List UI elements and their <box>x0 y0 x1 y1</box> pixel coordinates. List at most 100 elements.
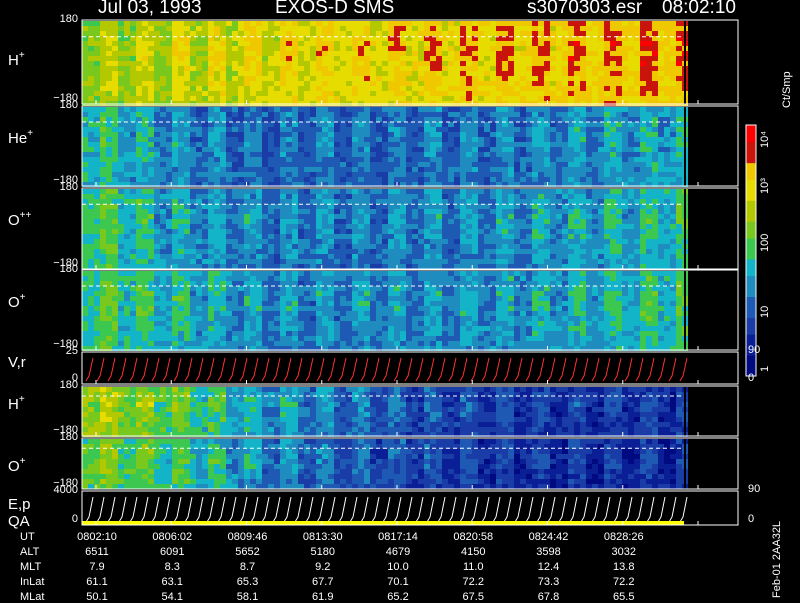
spectrogram-cell <box>454 61 460 66</box>
spectrogram-cell <box>622 137 628 142</box>
spectrogram-cell <box>670 56 676 61</box>
spectrogram-cell <box>154 172 160 177</box>
spectrogram-cell <box>424 122 430 127</box>
spectrogram-cell <box>280 152 286 157</box>
spectrogram-cell <box>652 142 658 147</box>
spectrogram-cell <box>220 127 226 132</box>
spectrogram-cell <box>568 199 574 204</box>
spectrogram-cell <box>430 234 436 239</box>
spectrogram-cell <box>646 41 652 46</box>
spectrogram-cell <box>238 81 244 86</box>
spectrogram-cell <box>130 81 136 86</box>
spectrogram-cell <box>520 132 526 137</box>
spectrogram-cell <box>184 91 190 96</box>
spectrogram-cell <box>184 137 190 142</box>
spectrogram-cell <box>148 214 154 219</box>
spectrogram-cell <box>220 264 226 269</box>
spectrogram-cell <box>652 51 658 56</box>
spectrogram-cell <box>118 194 124 199</box>
spectrogram-cell <box>436 259 442 264</box>
spectrogram-cell <box>124 157 130 162</box>
spectrogram-cell <box>160 61 166 66</box>
spectrogram-cell <box>484 21 490 26</box>
spectrogram-cell <box>610 41 616 46</box>
spectrogram-cell <box>124 209 130 214</box>
spectrogram-cell <box>652 96 658 101</box>
spectrogram-cell <box>274 56 280 61</box>
spectrogram-cell <box>166 41 172 46</box>
spectrogram-cell <box>514 224 520 229</box>
spectrogram-cell <box>670 81 676 86</box>
spectrogram-cell <box>304 219 310 224</box>
spectrogram-cell <box>142 112 148 117</box>
spectrogram-cell <box>106 264 112 269</box>
spectrogram-cell <box>400 142 406 147</box>
spectrogram-cell <box>550 189 556 194</box>
spectrogram-cell <box>136 91 142 96</box>
spectrogram-cell <box>598 194 604 199</box>
spectrogram-cell <box>616 177 622 182</box>
spectrogram-cell <box>298 229 304 234</box>
spectrogram-cell <box>472 264 478 269</box>
spectrogram-cell <box>610 56 616 61</box>
spectrogram-cell <box>328 224 334 229</box>
spectrogram-cell <box>562 122 568 127</box>
spectrogram-cell <box>454 107 460 112</box>
spectrogram-cell <box>400 107 406 112</box>
spectrogram-cell <box>436 41 442 46</box>
spectrogram-cell <box>388 214 394 219</box>
spectrogram-cell <box>430 194 436 199</box>
spectrogram-cell <box>550 147 556 152</box>
spectrogram-cell <box>208 86 214 91</box>
spectrogram-cell <box>478 26 484 31</box>
spectrogram-cell <box>532 167 538 172</box>
spectrogram-cell <box>148 209 154 214</box>
spectrogram-cell <box>376 194 382 199</box>
spectrogram-cell <box>184 162 190 167</box>
spectrogram-cell <box>604 259 610 264</box>
spectrogram-cell <box>130 224 136 229</box>
spectrogram-cell <box>118 122 124 127</box>
spectrogram-cell <box>658 96 664 101</box>
spectrogram-cell <box>676 254 682 259</box>
spectrogram-cell <box>436 117 442 122</box>
spectrogram-cell <box>556 61 562 66</box>
spectrogram-cell <box>136 142 142 147</box>
spectrogram-cell <box>658 234 664 239</box>
spectrogram-cell <box>520 112 526 117</box>
spectrogram-cell <box>490 96 496 101</box>
spectrogram-cell <box>94 177 100 182</box>
spectrogram-cell <box>190 127 196 132</box>
spectrogram-cell <box>256 254 262 259</box>
spectrogram-cell <box>448 71 454 76</box>
spectrogram-cell <box>322 61 328 66</box>
spectrogram-cell <box>568 51 574 56</box>
spectrogram-cell <box>502 264 508 269</box>
spectrogram-cell <box>232 249 238 254</box>
spectrogram-cell <box>472 229 478 234</box>
spectrogram-cell <box>520 209 526 214</box>
spectrogram-cell <box>598 142 604 147</box>
spectrogram-cell <box>262 21 268 26</box>
spectrogram-cell <box>382 81 388 86</box>
spectrogram-cell <box>190 147 196 152</box>
spectrogram-cell <box>502 244 508 249</box>
spectrogram-cell <box>106 31 112 36</box>
spectrogram-cell <box>142 127 148 132</box>
spectrogram-cell <box>508 26 514 31</box>
spectrogram-cell <box>310 127 316 132</box>
spectrogram-cell <box>100 117 106 122</box>
spectrogram-cell <box>352 259 358 264</box>
spectrogram-cell <box>340 224 346 229</box>
spectrogram-cell <box>82 326 88 331</box>
spectrogram-cell <box>178 132 184 137</box>
spectrogram-cell <box>418 56 424 61</box>
spectrogram-cell <box>544 46 550 51</box>
spectrogram-cell <box>412 132 418 137</box>
spectrogram-cell <box>268 244 274 249</box>
spectrogram-cell <box>100 194 106 199</box>
spectrogram-cell <box>94 259 100 264</box>
spectrogram-cell <box>664 91 670 96</box>
spectrogram-cell <box>394 91 400 96</box>
spectrogram-cell <box>310 177 316 182</box>
